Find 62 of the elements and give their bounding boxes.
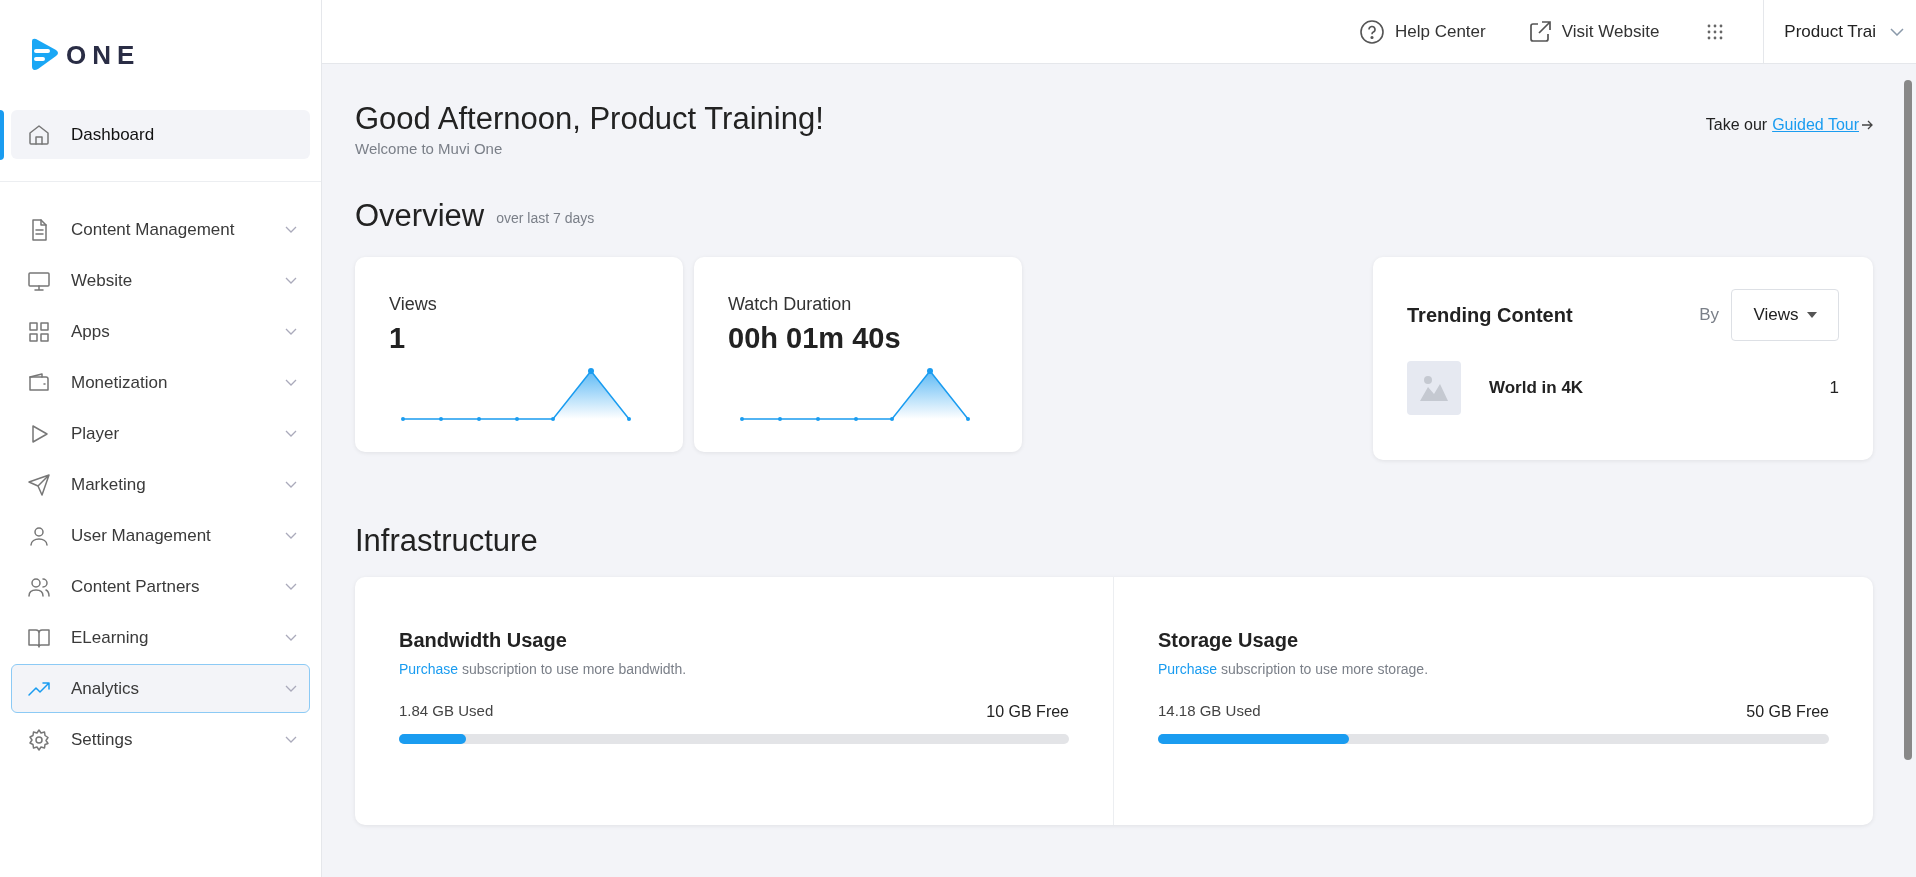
greeting-subtitle: Welcome to Muvi One [355,139,504,159]
logo-text: ONE [66,38,141,72]
chevron-down-icon [285,583,297,590]
chevron-down-icon [1890,27,1904,36]
chevron-down-icon [285,430,297,437]
chevron-down-icon [285,277,297,284]
overview-period: over last 7 days [496,208,595,228]
greeting-title: Good Afternoon, Product Training! [355,100,824,138]
user-menu[interactable]: Product Trai [1763,0,1916,63]
overview-heading: Overview [355,196,485,235]
stat-value: 1 [389,320,407,356]
chevron-down-icon [285,379,297,386]
home-icon [27,122,51,147]
stat-label: Views [389,292,438,316]
caret-down-icon [1806,311,1817,318]
sidebar-item[interactable]: Content Management [11,205,310,254]
gear-icon [27,727,51,752]
grid-icon [27,319,51,344]
trending-title: Trending Content [1407,302,1573,328]
chevron-down-icon [285,634,297,641]
sidebar-item[interactable]: Analytics [11,664,310,713]
usage-title: Storage Usage [1158,627,1300,653]
logo-icon [30,38,60,72]
image-icon [1420,374,1448,401]
usage-title: Bandwidth Usage [399,627,568,653]
sidebar-item[interactable]: Marketing [11,460,310,509]
sort-label: By [1699,303,1719,326]
chevron-down-icon [285,736,297,743]
chevron-down-icon [285,328,297,335]
chevron-down-icon [285,532,297,539]
external-link-icon [1527,19,1552,44]
sort-dropdown[interactable]: Views [1731,288,1839,341]
sidebar-item[interactable]: ELearning [11,613,310,662]
infrastructure-heading: Infrastructure [355,521,539,560]
view-count: 1 [1829,376,1839,399]
sidebar-item[interactable]: Apps [11,307,310,356]
free-amount: 50 GB Free [1746,701,1829,722]
sidebar-item[interactable]: Monetization [11,358,310,407]
chevron-down-icon [285,685,297,692]
usage-note: Purchase subscription to use more bandwidth. [399,659,688,679]
visit-website-link[interactable]: Visit Website [1527,18,1660,45]
help-icon [1359,18,1385,45]
chevron-down-icon [285,226,297,233]
help-center-link[interactable]: Help Center [1359,18,1486,45]
used-amount: 14.18 GB Used [1158,700,1261,721]
apps-grid-icon [1707,23,1724,40]
stat-value: 00h 01m 40s [728,320,902,356]
sidebar-item[interactable]: Dashboard [11,110,310,159]
used-amount: 1.84 GB Used [399,700,494,721]
free-amount: 10 GB Free [986,701,1069,722]
stat-label: Watch Duration [728,292,853,316]
tour-prompt: Take our [1705,115,1768,135]
content-title[interactable]: World in 4K [1489,374,1830,401]
send-icon [27,472,51,497]
usage-note: Purchase subscription to use more storage. [1158,659,1430,679]
sidebar-item[interactable]: Settings [11,715,310,764]
sidebar-item[interactable]: Website [11,256,310,305]
sidebar-item[interactable]: User Management [11,511,310,560]
sidebar-item[interactable]: Player [11,409,310,458]
arrow-right-icon [1861,120,1873,130]
sidebar-item[interactable]: Content Partners [11,562,310,611]
chevron-down-icon [285,481,297,488]
